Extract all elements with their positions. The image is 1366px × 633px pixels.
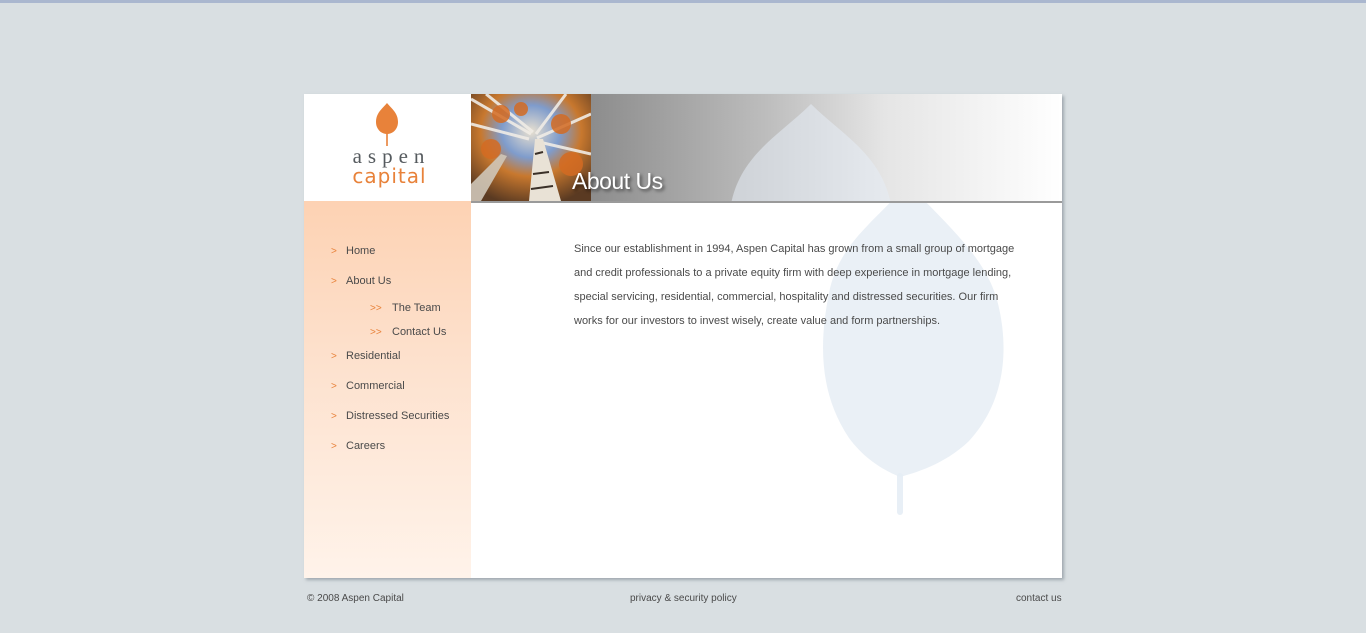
nav-item-about-us[interactable]: > About Us	[331, 275, 391, 287]
nav-item-label: Residential	[346, 350, 401, 362]
nav-item-residential[interactable]: > Residential	[331, 350, 400, 362]
nav-item-label: About Us	[346, 275, 392, 287]
logo-wordmark-capital: capital	[352, 164, 427, 188]
nav-item-careers[interactable]: > Careers	[331, 440, 385, 452]
sidebar: > Home > About Us >> The Team >> Contact Us …	[304, 201, 471, 578]
nav-arrow-icon: >	[331, 381, 337, 392]
nav-item-label: The Team	[392, 302, 441, 314]
aspen-leaf-icon	[376, 103, 398, 146]
page-title: About Us	[572, 168, 663, 194]
page-container: aspen capital About Us > Home > About Us…	[304, 94, 1062, 578]
privacy-policy-link[interactable]: privacy & security policy	[630, 593, 737, 604]
nav-arrow-icon: >	[331, 246, 337, 257]
nav-item-label: Contact Us	[392, 326, 447, 338]
footer-copyright: © 2008 Aspen Capital	[307, 593, 404, 604]
nav-item-distressed-securities[interactable]: > Distressed Securities	[331, 410, 449, 422]
nav-arrow-icon: >	[331, 351, 337, 362]
nav-item-commercial[interactable]: > Commercial	[331, 380, 405, 392]
nav-item-label: Distressed Securities	[346, 410, 450, 422]
window-top-border	[0, 0, 1366, 3]
nav-item-label: Careers	[346, 440, 386, 452]
nav-item-label: Commercial	[346, 380, 405, 392]
nav-subitem-the-team[interactable]: >> The Team	[370, 302, 441, 314]
nav-arrow-icon: >	[331, 441, 337, 452]
nav-arrow-icon: >	[331, 411, 337, 422]
nav-arrow-icon: >>	[370, 327, 382, 338]
header-banner: About Us	[471, 94, 1062, 201]
nav-item-label: Home	[346, 245, 376, 257]
contact-us-link[interactable]: contact us	[1016, 593, 1062, 604]
nav-arrow-icon: >	[331, 276, 337, 287]
nav-subitem-contact-us[interactable]: >> Contact Us	[370, 326, 446, 338]
nav-arrow-icon: >>	[370, 303, 382, 314]
decorative-leaf-watermark	[731, 104, 891, 201]
nav-item-home[interactable]: > Home	[331, 245, 375, 257]
about-us-text: Since our establishment in 1994, Aspen C…	[574, 243, 1015, 327]
logo[interactable]: aspen capital	[304, 94, 471, 201]
